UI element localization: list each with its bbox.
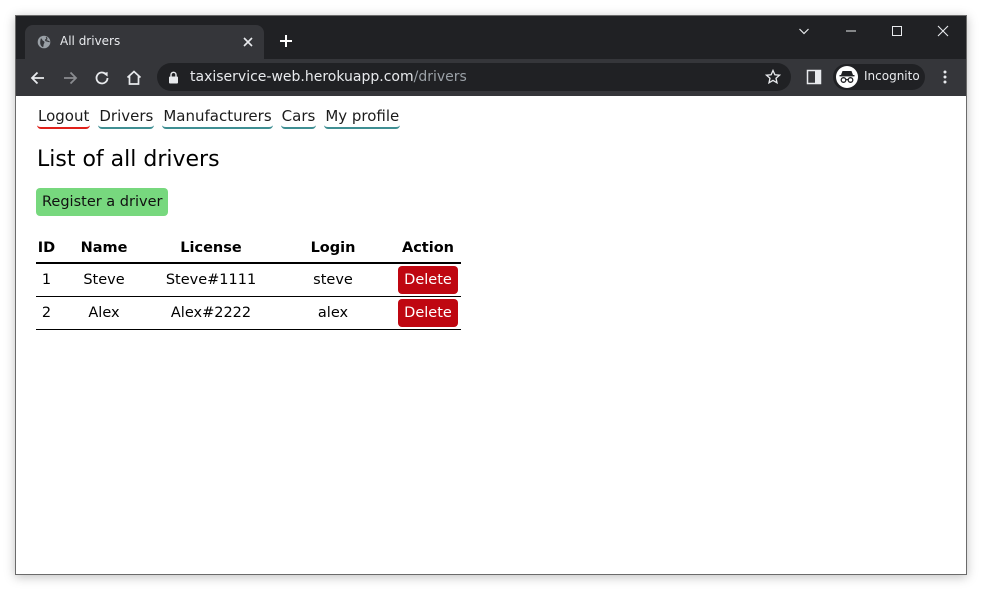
tab-strip: All drivers	[16, 16, 966, 59]
page-title: List of all drivers	[37, 147, 220, 172]
column-header-login: Login	[271, 233, 395, 264]
profile-label: Incognito	[864, 69, 920, 83]
cell-name: Alex	[57, 296, 151, 330]
table-row: 2 Alex Alex#2222 alex Delete	[36, 296, 461, 330]
reload-icon[interactable]	[92, 68, 112, 88]
register-driver-button[interactable]: Register a driver	[36, 188, 169, 216]
cell-action: Delete	[395, 263, 461, 297]
column-header-license: License	[151, 233, 271, 264]
nav-link-manufacturers[interactable]: Manufacturers	[162, 106, 273, 129]
drivers-table: ID Name License Login Action 1 Steve Ste…	[36, 233, 461, 330]
close-window-button[interactable]	[920, 16, 966, 48]
column-header-name: Name	[57, 233, 151, 264]
tab-search-button[interactable]	[781, 16, 827, 48]
cell-login: alex	[271, 296, 395, 330]
top-nav: Logout Drivers Manufacturers Cars My profile	[37, 106, 408, 129]
tab-all-drivers[interactable]: All drivers	[25, 25, 264, 59]
cell-login: steve	[271, 263, 395, 297]
url-text[interactable]: taxiservice-web.herokuapp.com/drivers	[190, 69, 467, 85]
delete-button[interactable]: Delete	[398, 298, 458, 327]
back-icon[interactable]	[28, 68, 48, 88]
cell-id: 1	[36, 263, 57, 297]
maximize-icon	[892, 26, 902, 36]
maximize-button[interactable]	[874, 16, 920, 48]
avatar	[836, 66, 858, 88]
browser-toolbar: taxiservice-web.herokuapp.com/drivers In…	[16, 59, 966, 96]
cell-license: Alex#2222	[151, 296, 271, 330]
home-icon[interactable]	[124, 68, 144, 88]
nav-link-my-profile[interactable]: My profile	[324, 106, 401, 129]
minimize-icon	[846, 30, 856, 32]
cell-id: 2	[36, 296, 57, 330]
globe-icon	[37, 35, 51, 49]
page-content: Logout Drivers Manufacturers Cars My profile…	[16, 96, 966, 574]
delete-button[interactable]: Delete	[398, 265, 458, 294]
lock-icon[interactable]	[168, 71, 179, 84]
forward-icon[interactable]	[60, 68, 80, 88]
nav-link-drivers[interactable]: Drivers	[98, 106, 155, 129]
cell-action: Delete	[395, 296, 461, 330]
minimize-button[interactable]	[828, 16, 874, 48]
close-icon[interactable]	[241, 35, 255, 49]
address-bar[interactable]: taxiservice-web.herokuapp.com/drivers	[157, 63, 791, 91]
nav-link-cars[interactable]: Cars	[280, 106, 317, 129]
url-path: /drivers	[413, 69, 467, 85]
column-header-id: ID	[36, 233, 57, 264]
kebab-menu-icon[interactable]	[937, 69, 953, 85]
star-icon[interactable]	[765, 69, 781, 85]
close-icon	[937, 25, 949, 37]
tab-title: All drivers	[60, 34, 121, 48]
cell-name: Steve	[57, 263, 151, 297]
url-host: taxiservice-web.herokuapp.com	[190, 69, 414, 85]
cell-license: Steve#1111	[151, 263, 271, 297]
incognito-icon	[839, 71, 855, 83]
side-panel-icon[interactable]	[806, 69, 822, 85]
column-header-action: Action	[395, 233, 461, 264]
table-header-row: ID Name License Login Action	[36, 233, 461, 264]
plus-icon[interactable]	[278, 33, 294, 49]
incognito-indicator[interactable]: Incognito	[833, 64, 925, 90]
table-row: 1 Steve Steve#1111 steve Delete	[36, 263, 461, 297]
nav-link-logout[interactable]: Logout	[37, 106, 91, 129]
browser-window: All drivers taxiservice-web.herokuapp.co…	[15, 15, 967, 575]
chevron-down-icon	[799, 28, 809, 35]
